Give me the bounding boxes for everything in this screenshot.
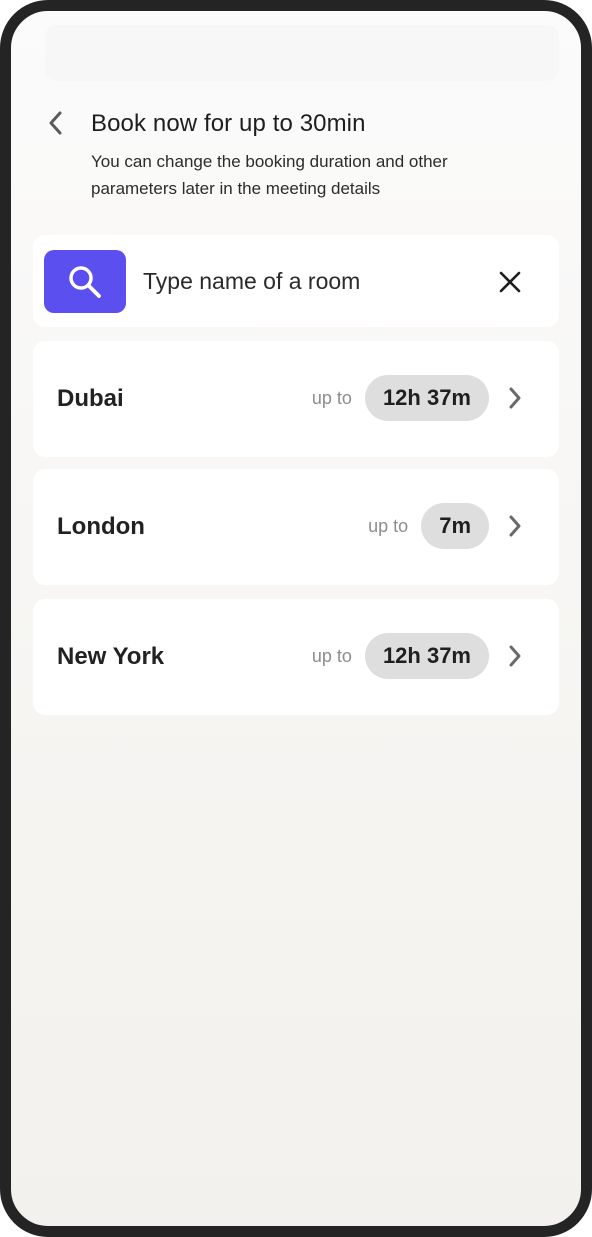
phone-frame: Book now for up to 30min You can change … — [0, 0, 592, 1237]
back-button[interactable] — [41, 108, 71, 138]
room-name: New York — [57, 643, 165, 670]
chevron-right-icon — [505, 384, 525, 412]
chevron-left-icon — [49, 111, 62, 135]
duration-badge: 12h 37m — [364, 633, 489, 679]
status-bar — [45, 25, 559, 81]
room-name: Dubai — [57, 385, 124, 412]
page-title: Book now for up to 30min — [91, 110, 366, 137]
search-bar — [33, 235, 559, 327]
search-button[interactable] — [44, 250, 126, 313]
up-to-label: up to — [311, 645, 352, 666]
up-to-label: up to — [311, 387, 352, 408]
clear-search-button[interactable] — [495, 267, 525, 297]
search-icon — [69, 265, 101, 298]
room-item-dubai[interactable]: Dubai up to 12h 37m — [33, 341, 559, 457]
room-item-london[interactable]: London up to 7m — [33, 469, 559, 585]
close-icon — [499, 271, 521, 293]
up-to-label: up to — [368, 515, 409, 536]
room-item-new-york[interactable]: New York up to 12h 37m — [33, 599, 559, 715]
duration-badge: 12h 37m — [364, 375, 489, 421]
room-name: London — [57, 513, 145, 540]
search-input[interactable] — [143, 259, 473, 303]
chevron-right-icon — [505, 512, 525, 540]
chevron-right-icon — [505, 642, 525, 670]
duration-badge: 7m — [421, 503, 489, 549]
page-subtitle: You can change the booking duration and … — [91, 152, 448, 198]
